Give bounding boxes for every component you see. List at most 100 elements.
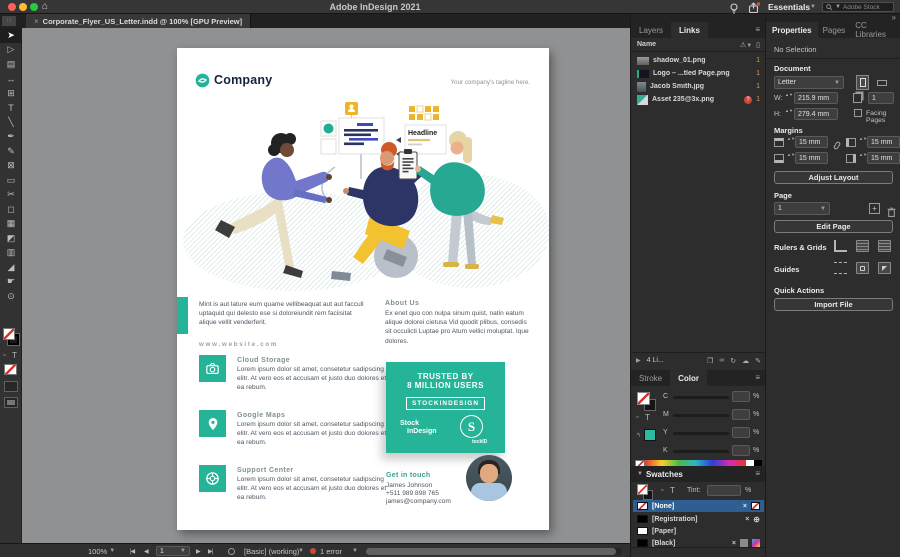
lock-guides-icon[interactable] [856,262,869,274]
horizontal-scrollbar-track[interactable] [366,547,622,555]
magenta-slider[interactable] [673,414,729,417]
link-page-number[interactable]: 1 [756,70,760,77]
preflight-profile-chevron-icon[interactable]: ▼ [298,544,304,557]
magenta-value-field[interactable] [732,409,750,420]
free-transform-tool[interactable]: ◻ [0,202,22,217]
feature-title-google-maps[interactable]: Google Maps [237,412,285,419]
swatches-panel-title[interactable]: Swatches [646,470,683,479]
last-page-button[interactable]: ▶| [208,544,213,557]
contact-title[interactable]: Get in touch [386,472,430,479]
swatches-panel-menu-icon[interactable]: ≡ [755,469,760,478]
width-stepper[interactable]: ▲▼ [785,93,793,97]
link-row-shadow[interactable]: shadow_01.png 1 [631,54,766,67]
swatch-row-none[interactable]: [None] × [633,500,764,512]
flyer-page[interactable]: Company Your company's tagline here. Hea… [177,48,550,530]
selection-tool[interactable]: ➤ [0,28,22,43]
color-panel-menu-icon[interactable]: ≡ [755,373,760,382]
edit-page-button[interactable]: Edit Page [774,220,893,233]
link-page-number[interactable]: 1 [756,96,760,103]
update-link-icon[interactable]: ↻ [730,357,736,365]
pages-count-field[interactable]: 1 [868,92,894,104]
type-tool[interactable]: T [0,101,22,116]
yellow-slider[interactable] [673,432,729,435]
horizontal-scrollbar-thumb[interactable] [366,547,616,555]
hand-tool[interactable]: ☛ [0,275,22,290]
current-page-dropdown[interactable]: 1 ▼ [774,202,830,215]
import-file-button[interactable]: Import File [774,298,893,311]
links-summary-chevron-icon[interactable]: ▶ [636,357,641,364]
formatting-affects-text-icon[interactable]: T [12,351,17,360]
color-fill-proxy[interactable] [637,392,650,405]
link-row-asset[interactable]: Asset 235@3x.png ? 1 [631,93,766,106]
tab-cc-libraries[interactable]: CC Libraries [850,21,900,39]
show-guides-icon[interactable] [834,262,847,274]
links-name-column-header[interactable]: Name [637,41,736,48]
width-field[interactable]: 215.9 mm [794,92,838,104]
page-tool[interactable]: ▤ [0,57,22,72]
edit-original-icon[interactable]: ✎ [755,357,761,365]
show-rulers-icon[interactable] [834,240,847,252]
swatch-row-registration[interactable]: [Registration] × ⊕ [633,513,764,525]
about-title[interactable]: About Us [385,300,419,307]
flyer-intro-text[interactable]: Mint is aut lature eum quame vellibeaqua… [199,300,367,328]
facing-pages-checkbox[interactable] [854,109,862,117]
previous-page-button[interactable]: ◀ [144,544,149,557]
note-tool[interactable]: ▥ [0,246,22,261]
normal-view-mode-button[interactable] [4,381,18,392]
apply-none-button[interactable] [4,364,17,375]
zoom-tool[interactable]: ⊙ [0,289,22,304]
margin-inside-field[interactable]: 15 mm [867,136,900,148]
margin-top-field[interactable]: 15 mm [795,136,828,148]
add-page-button[interactable]: + [869,203,880,214]
maximize-window-button[interactable] [30,3,38,11]
baseline-grid-icon[interactable] [856,240,869,252]
document-grid-icon[interactable] [878,240,891,252]
cloud-storage-icon[interactable] [199,355,226,382]
link-page-number[interactable]: 1 [756,83,760,90]
frame-tool[interactable]: ⊠ [0,159,22,174]
fill-proxy-swatch[interactable] [3,328,15,340]
contact-photo[interactable] [466,455,512,501]
next-page-button[interactable]: ▶ [196,544,201,557]
feature-body-cloud-storage[interactable]: Lorem ipsum dolor sit amet, consetetur s… [237,366,390,393]
error-chevron-icon[interactable]: ▼ [352,544,358,557]
tab-color[interactable]: Color [670,370,708,386]
cyan-value-field[interactable] [732,391,750,402]
error-count-dropdown[interactable]: 1 error [320,544,342,557]
support-center-icon[interactable] [199,465,226,492]
links-panel-menu-icon[interactable]: ≡ [755,25,760,34]
flyer-website[interactable]: w w w . w e b s i t e . c o m [199,341,276,348]
preflight-icon[interactable] [228,544,235,557]
first-page-button[interactable]: |◀ [130,544,135,557]
missing-link-badge[interactable]: ? [744,95,753,104]
tint-value-field[interactable] [707,485,741,496]
swatches-affects-text-icon[interactable]: T [670,486,675,495]
landscape-orientation-button[interactable] [874,75,889,90]
height-stepper[interactable]: ▲▼ [785,109,793,113]
gradient-swatch-tool[interactable]: ▦ [0,217,22,232]
tab-properties[interactable]: Properties [766,22,818,38]
page-size-dropdown[interactable]: Letter ▼ [774,76,844,89]
content-collector-tool[interactable]: ⊞ [0,86,22,101]
formatting-affects-container-icon[interactable]: ▫ [3,352,5,359]
preflight-profile-dropdown[interactable]: [Basic] (working) [244,544,299,557]
preview-mode-button[interactable] [4,397,18,408]
adobe-stock-search[interactable]: ▼ Adobe Stock [822,2,894,12]
color-affects-container-icon[interactable]: ▫ [636,414,638,421]
scissors-tool[interactable]: ✂ [0,188,22,203]
google-maps-icon[interactable] [199,410,226,437]
page-number-field[interactable]: 1 ▼ [156,546,190,556]
workspace-switcher[interactable]: Essentials [768,2,810,12]
pencil-tool[interactable]: ✎ [0,144,22,159]
relink-icon[interactable]: ❐ [707,357,713,365]
margin-outside-field[interactable]: 15 mm [867,152,900,164]
toolbar-dock-handle[interactable]: ∷ [2,16,16,26]
feature-body-support-center[interactable]: Lorem ipsum dolor sit amet, consetetur s… [237,476,390,503]
home-icon[interactable]: ⌂ [42,1,48,12]
gap-tool[interactable]: ↔ [0,72,22,87]
portrait-orientation-button[interactable] [856,75,869,90]
line-tool[interactable]: ╲ [0,115,22,130]
flyer-brand-name[interactable]: Company [214,73,272,87]
link-page-column-icon[interactable]: ▯ [756,41,760,49]
margin-bottom-field[interactable]: 15 mm [795,152,828,164]
